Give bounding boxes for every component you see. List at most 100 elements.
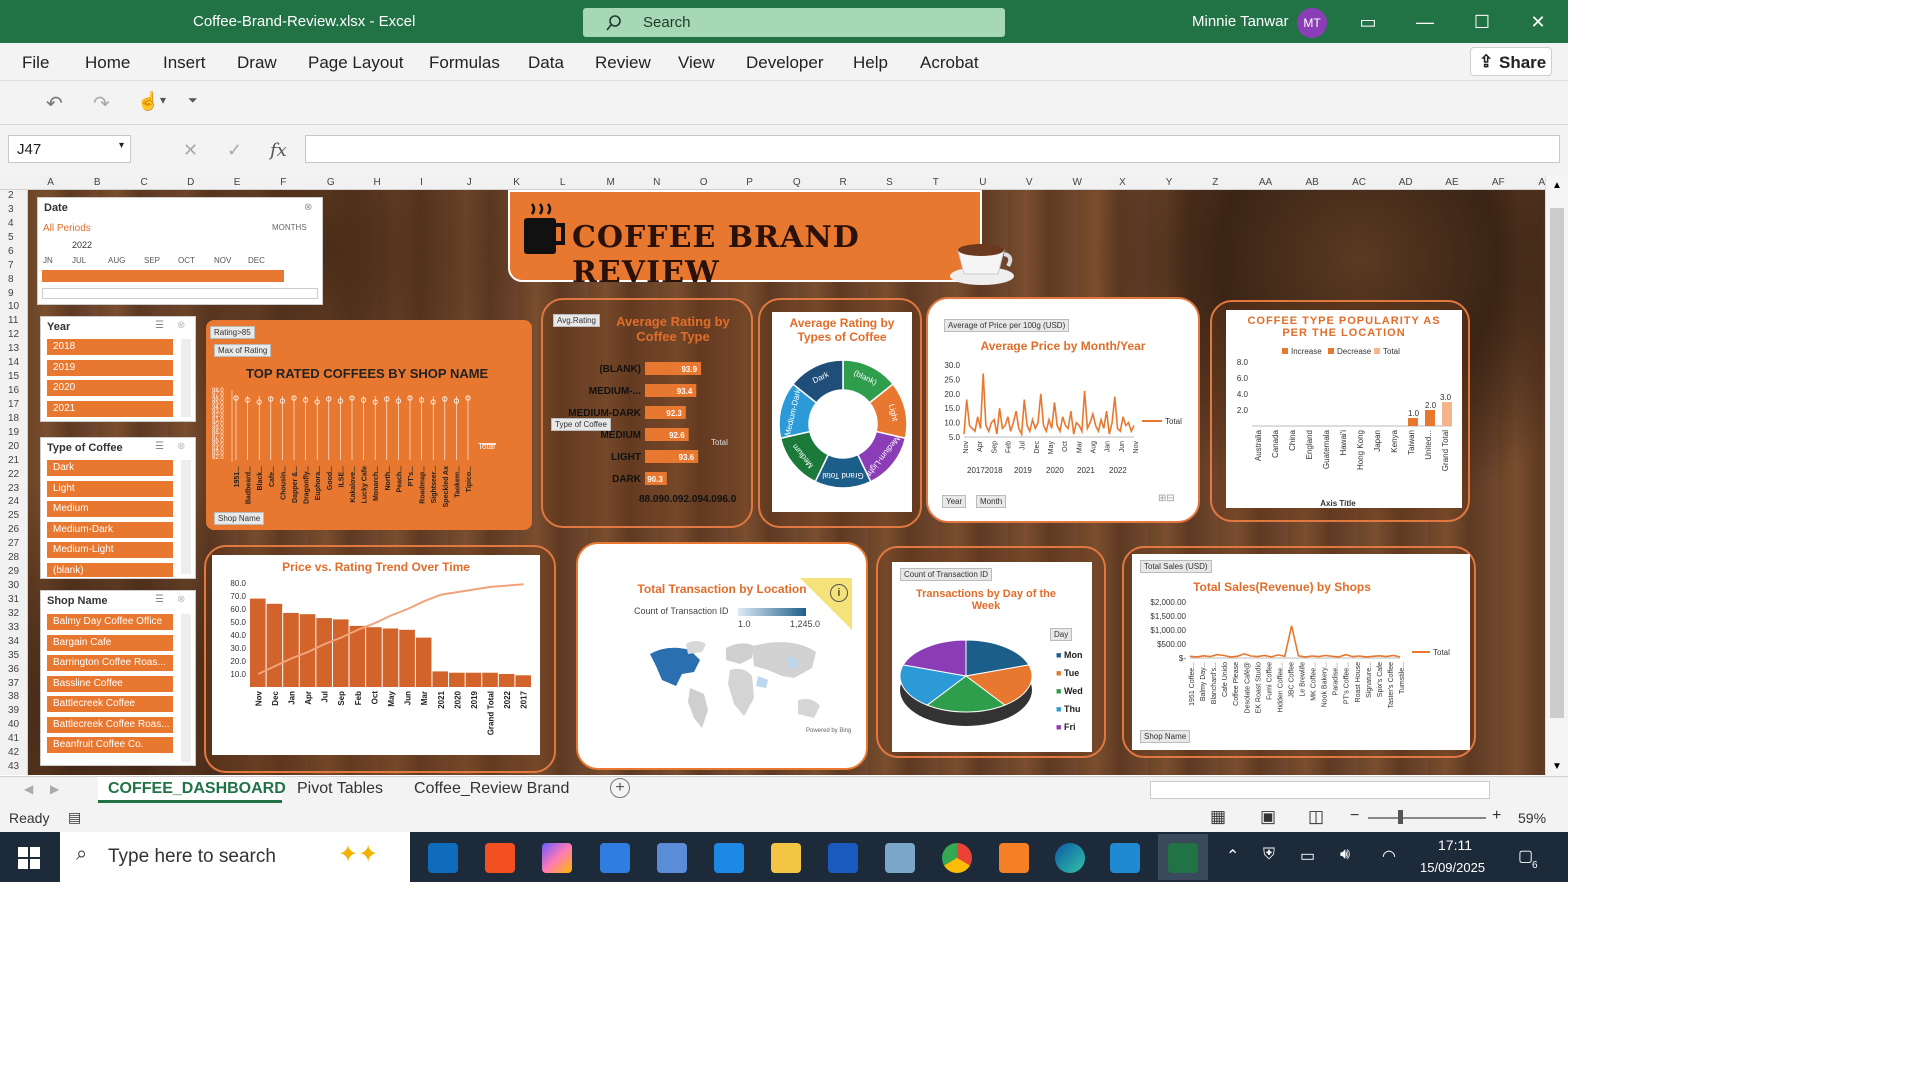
slicer-scrollbar[interactable]	[181, 460, 191, 574]
column-header[interactable]: AB	[1306, 177, 1319, 188]
row-header[interactable]: 26	[8, 524, 19, 535]
timeline-scrollbar[interactable]	[42, 288, 318, 299]
slicer-scrollbar[interactable]	[181, 339, 191, 417]
slicer-item[interactable]: Barrington Coffee Roas...	[47, 655, 173, 671]
column-header[interactable]: W	[1073, 177, 1082, 188]
field-button[interactable]: Avg.Rating	[553, 314, 600, 327]
avg-price-panel[interactable]: Average of Price per 100g (USD) Average …	[926, 297, 1200, 523]
row-header[interactable]: 23	[8, 483, 19, 494]
shop-name-slicer[interactable]: Shop Name ☰ ⊗ Balmy Day Coffee Office Ba…	[40, 590, 196, 766]
row-header[interactable]: 31	[8, 594, 19, 605]
row-header[interactable]: 35	[8, 650, 19, 661]
file-explorer-icon[interactable]	[771, 843, 801, 873]
year-slicer[interactable]: Year ☰ ⊗ 2018 2019 2020 2021	[40, 316, 196, 422]
clear-filter-icon[interactable]: ⊗	[177, 320, 185, 331]
column-header[interactable]: F	[280, 177, 286, 188]
redo-icon[interactable]: ↷	[93, 91, 110, 116]
maximize-icon[interactable]: ☐	[1470, 10, 1494, 34]
timeline-level[interactable]: MONTHS	[272, 223, 307, 232]
clear-filter-icon[interactable]: ⊗	[304, 202, 312, 213]
column-header[interactable]: O	[700, 177, 708, 188]
accessibility-icon[interactable]: ▤	[68, 809, 81, 826]
todo-icon[interactable]	[600, 843, 630, 873]
field-button[interactable]: Max of Rating	[214, 344, 272, 357]
row-header[interactable]: 7	[8, 260, 14, 271]
slicer-scrollbar[interactable]	[181, 614, 191, 762]
row-header[interactable]: 36	[8, 664, 19, 675]
slicer-item[interactable]: Bargain Cafe	[47, 635, 173, 651]
slicer-item[interactable]: Balmy Day Coffee Office	[47, 614, 173, 630]
field-button[interactable]: Total Sales (USD)	[1140, 560, 1212, 573]
row-header[interactable]: 28	[8, 552, 19, 563]
windows-start-icon[interactable]	[18, 847, 40, 869]
tab-insert[interactable]: Insert	[163, 53, 206, 73]
battery-icon[interactable]: ▭	[1300, 846, 1315, 866]
row-header[interactable]: 43	[8, 761, 19, 772]
filter-button[interactable]: Day	[1050, 628, 1073, 641]
transactions-day-card[interactable]: Count of Transaction ID Transactions by …	[892, 562, 1092, 752]
multi-select-icon[interactable]: ☰	[155, 441, 164, 452]
row-header[interactable]: 29	[8, 566, 19, 577]
search-box[interactable]: Search	[583, 8, 1005, 37]
column-header[interactable]: G	[327, 177, 335, 188]
sales-shops-card[interactable]: Total Sales (USD) Total Sales(Revenue) b…	[1132, 554, 1470, 750]
horizontal-scrollbar[interactable]	[1150, 781, 1490, 799]
chevron-up-icon[interactable]: ⌃	[1226, 846, 1239, 866]
row-header[interactable]: 34	[8, 636, 19, 647]
row-header[interactable]: 6	[8, 246, 14, 257]
slicer-item[interactable]: Medium-Light	[47, 542, 173, 558]
slicer-item[interactable]: 2021	[47, 401, 173, 417]
zoom-thumb[interactable]	[1398, 810, 1403, 824]
multi-select-icon[interactable]: ☰	[155, 320, 164, 331]
clear-filter-icon[interactable]: ⊗	[177, 594, 185, 605]
column-header[interactable]: T	[933, 177, 939, 188]
tab-draw[interactable]: Draw	[237, 53, 277, 73]
filter-button[interactable]: Rating>85	[210, 326, 255, 339]
donut-card[interactable]: Average Rating by Types of Coffee (blank…	[772, 312, 912, 512]
scroll-down-icon[interactable]: ▼	[1552, 761, 1562, 772]
row-header[interactable]: 33	[8, 622, 19, 633]
column-header[interactable]: Z	[1212, 177, 1218, 188]
column-header[interactable]: X	[1119, 177, 1126, 188]
column-header[interactable]: Q	[793, 177, 801, 188]
tab-formulas[interactable]: Formulas	[429, 53, 500, 73]
row-header[interactable]: 9	[8, 288, 14, 299]
zoom-in-icon[interactable]: +	[1492, 807, 1501, 825]
enter-icon[interactable]: ✓	[227, 140, 242, 161]
customize-qat-icon[interactable]: ⏷	[188, 93, 198, 108]
store-icon[interactable]	[485, 843, 515, 873]
slicer-item[interactable]: Battlecreek Coffee	[47, 696, 173, 712]
slicer-item[interactable]: 2019	[47, 360, 173, 376]
sheet-tab-label[interactable]: COFFEE_DASHBOARD	[108, 780, 286, 798]
column-header[interactable]: AD	[1399, 177, 1413, 188]
field-button[interactable]: Count of Transaction ID	[900, 568, 993, 581]
scroll-left-icon[interactable]: ◀	[24, 782, 33, 796]
transactions-map-panel[interactable]: Total Transaction by Location Count of T…	[576, 542, 868, 770]
tab-page-layout[interactable]: Page Layout	[308, 53, 403, 73]
slicer-item[interactable]: Dark	[47, 460, 173, 476]
formula-input[interactable]	[305, 135, 1560, 163]
column-header[interactable]: C	[141, 177, 148, 188]
zoom-level[interactable]: 59%	[1518, 810, 1546, 826]
column-header[interactable]: B	[94, 177, 101, 188]
touch-mode-icon[interactable]: ☝	[137, 91, 159, 112]
row-header[interactable]: 25	[8, 510, 19, 521]
column-header[interactable]: R	[840, 177, 847, 188]
axis-field-button[interactable]: Shop Name	[1140, 730, 1191, 743]
row-header[interactable]: 37	[8, 678, 19, 689]
slicer-item[interactable]: Medium-Dark	[47, 522, 173, 538]
axis-field-button[interactable]: Shop Name	[214, 512, 265, 525]
column-header[interactable]: AC	[1352, 177, 1366, 188]
excel-icon[interactable]	[1168, 843, 1198, 873]
sheet-tab-label[interactable]: Coffee_Review Brand	[414, 780, 569, 798]
cancel-icon[interactable]: ✕	[183, 140, 198, 161]
column-header[interactable]: U	[979, 177, 986, 188]
share-button[interactable]: ⇪ Share	[1470, 47, 1552, 76]
tab-acrobat[interactable]: Acrobat	[920, 53, 979, 73]
column-header[interactable]: Y	[1166, 177, 1173, 188]
name-box[interactable]: J47 ▾	[8, 135, 131, 163]
tab-file[interactable]: File	[22, 53, 49, 73]
type-of-coffee-slicer[interactable]: Type of Coffee ☰ ⊗ Dark Light Medium Med…	[40, 437, 196, 579]
row-header[interactable]: 8	[8, 274, 14, 285]
zoom-slider[interactable]	[1368, 817, 1486, 819]
